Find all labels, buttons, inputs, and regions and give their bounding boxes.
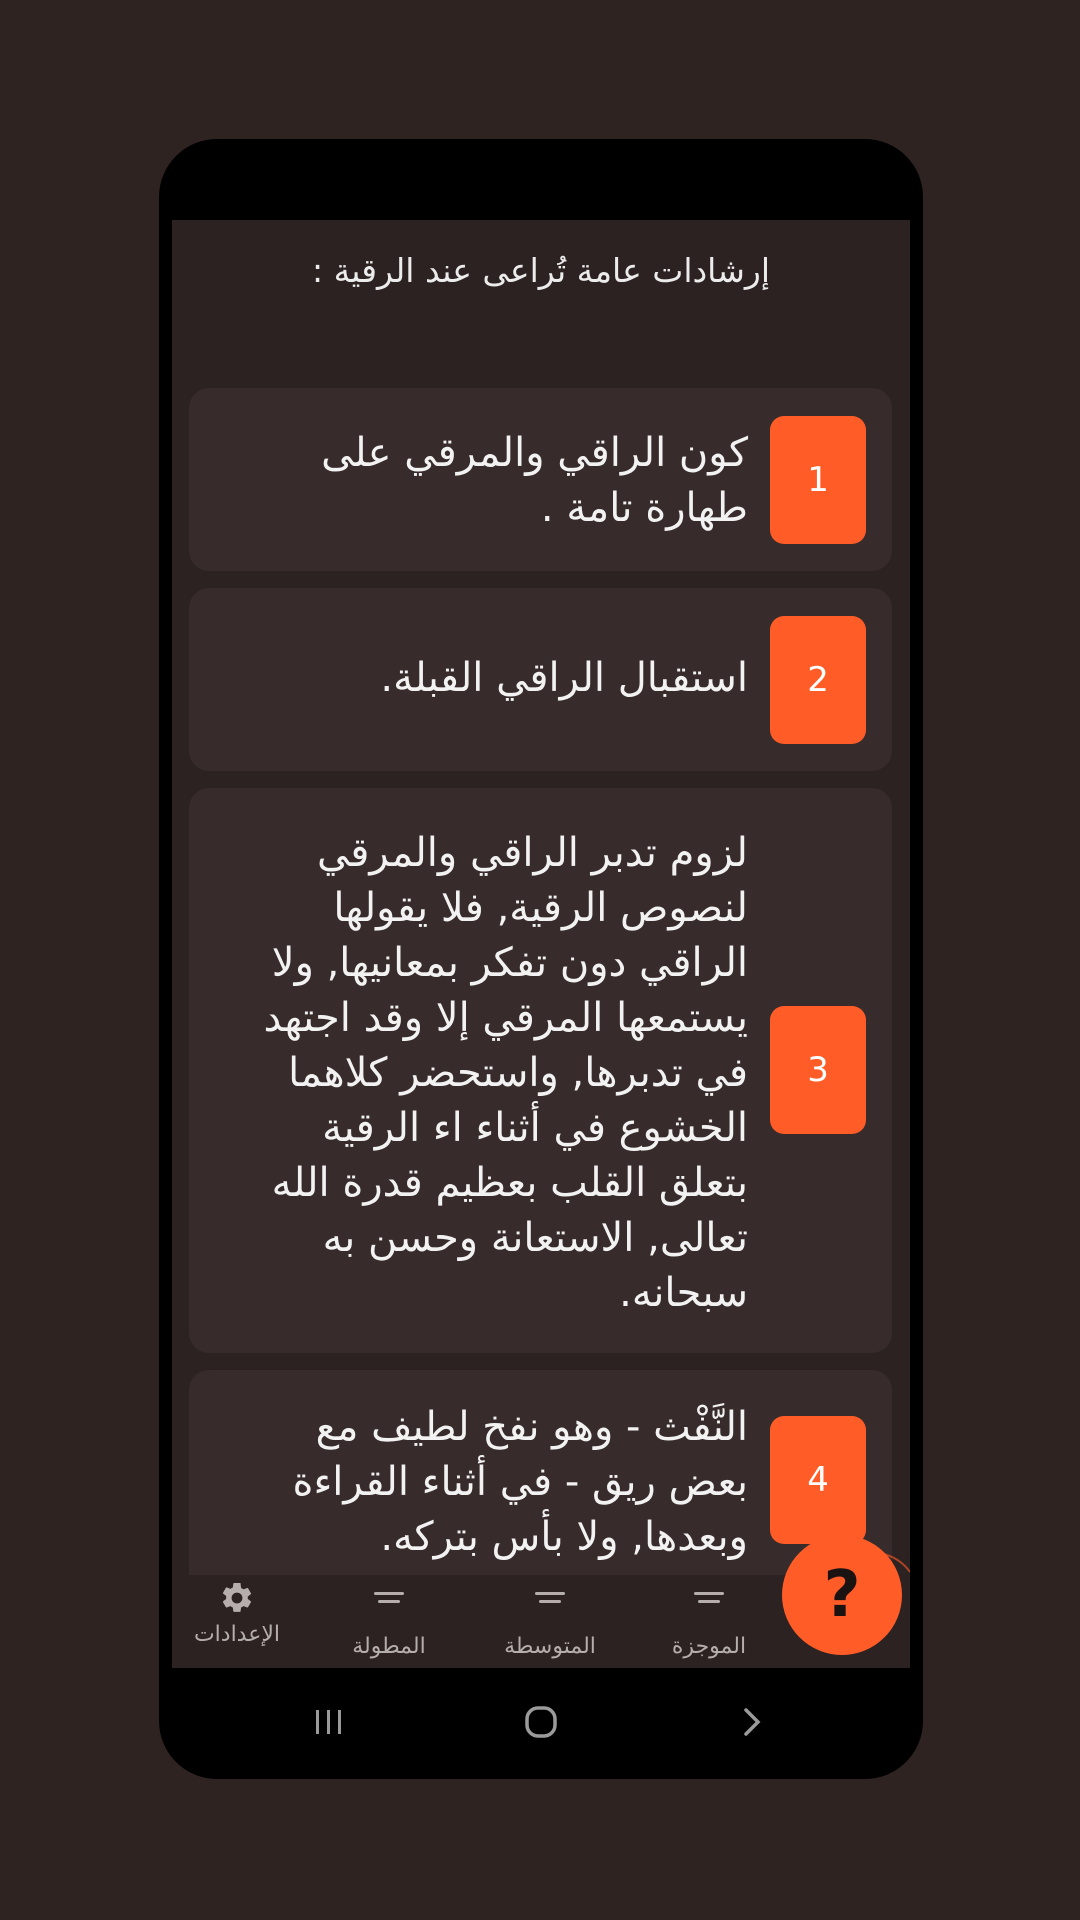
nav-label: المطولة [352, 1634, 426, 1659]
back-button[interactable] [721, 1697, 781, 1747]
recent-apps-button[interactable] [299, 1697, 359, 1747]
help-button[interactable]: ? [782, 1535, 902, 1655]
item-text: النَّفْث - وهو نفخ لطيف مع بعض ريق - في … [292, 1404, 748, 1560]
item-number-badge: 2 [770, 616, 866, 744]
short-lines-icon [535, 1592, 565, 1604]
recent-apps-icon [316, 1710, 341, 1734]
item-number-badge: 3 [770, 1006, 866, 1134]
system-nav-bar [159, 1669, 923, 1779]
nav-item-brief[interactable]: الموجزة [649, 1580, 769, 1659]
item-text: لزوم تدبر الراقي والمرقي لنصوص الرقية, ف… [263, 830, 748, 1316]
home-button[interactable] [511, 1697, 571, 1747]
nav-label: الموجزة [671, 1634, 747, 1659]
nav-label: المتوسطة [504, 1634, 596, 1659]
list-item: 1 كون الراقي والمرقي على طهارة تامة . [189, 388, 892, 571]
phone-frame: إرشادات عامة تُراعى عند الرقية : 1 كون ا… [159, 139, 923, 1779]
chevron-right-icon [744, 1708, 761, 1736]
gear-icon [222, 1582, 252, 1612]
app-screen: إرشادات عامة تُراعى عند الرقية : 1 كون ا… [172, 220, 910, 1668]
item-text: كون الراقي والمرقي على طهارة تامة . [321, 430, 748, 531]
item-number-badge: 1 [770, 416, 866, 544]
home-icon [525, 1706, 557, 1738]
short-lines-icon [694, 1592, 724, 1604]
nav-item-medium[interactable]: المتوسطة [490, 1580, 610, 1659]
nav-item-settings[interactable]: الإعدادات [177, 1580, 297, 1647]
page-title-bar: إرشادات عامة تُراعى عند الرقية : [172, 220, 910, 320]
nav-item-long[interactable]: المطولة [329, 1580, 449, 1659]
page-title: إرشادات عامة تُراعى عند الرقية : [311, 250, 770, 290]
nav-label: الإعدادات [193, 1622, 281, 1647]
item-text: استقبال الراقي القبلة. [380, 655, 748, 701]
list-item: 3 لزوم تدبر الراقي والمرقي لنصوص الرقية,… [189, 788, 892, 1353]
list-item: 2 استقبال الراقي القبلة. [189, 588, 892, 771]
item-number-badge: 4 [770, 1416, 866, 1544]
short-lines-icon [374, 1592, 404, 1604]
